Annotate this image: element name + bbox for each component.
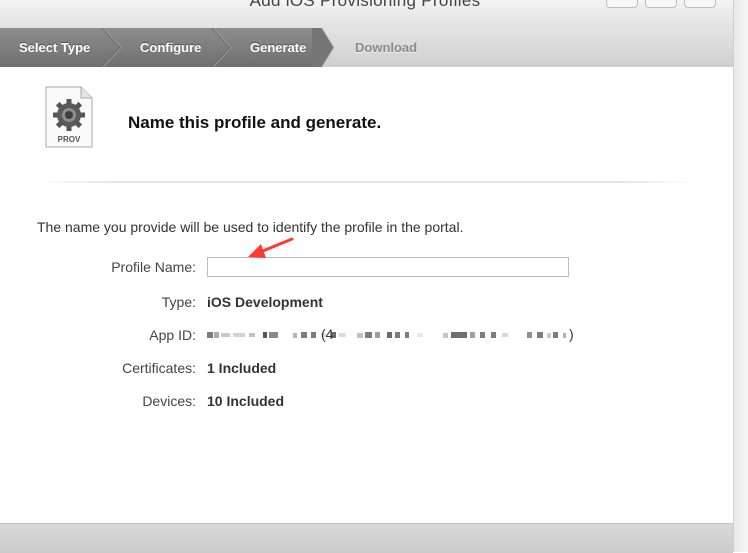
devices-label: Devices:	[142, 393, 196, 409]
footer-bar	[0, 523, 733, 553]
app-id-redacted-value: (4 )	[207, 326, 574, 342]
step-generate: Generate	[250, 40, 307, 55]
page-heading: Name this profile and generate.	[128, 113, 382, 132]
svg-text:(4: (4	[321, 326, 334, 342]
devices-value: 10 Included	[207, 393, 285, 409]
window-titlebar: Add iOS Provisioning Profiles	[0, 0, 748, 29]
step-select-type: Select Type	[19, 40, 91, 55]
certificates-value: 1 Included	[207, 360, 277, 376]
type-value: iOS Development	[207, 294, 323, 310]
intro-text: The name you provide will be used to ide…	[37, 219, 464, 235]
provisioning-profile-icon: PROV	[45, 86, 93, 148]
step-current-chevron-icon	[312, 28, 334, 67]
window-right-edge	[733, 0, 748, 552]
section-divider	[38, 181, 696, 183]
step-download: Download	[355, 40, 418, 55]
app-id-label: App ID:	[149, 327, 196, 343]
step-progress-bar: Select Type Configure Generate Download	[0, 28, 733, 67]
red-arrow-annotation-icon	[248, 237, 294, 258]
certificates-label: Certificates:	[122, 360, 196, 376]
step-separator-chevron-icon	[101, 28, 122, 67]
type-label: Type:	[161, 294, 196, 310]
profile-name-label: Profile Name:	[111, 259, 196, 275]
svg-text:): )	[569, 326, 574, 342]
titlebar-button-1[interactable]	[606, 0, 638, 8]
prov-icon-label: PROV	[58, 135, 81, 144]
titlebar-button-3[interactable]	[684, 0, 716, 8]
step-configure: Configure	[140, 40, 202, 55]
step-separator-chevron-icon	[211, 28, 232, 67]
titlebar-button-2[interactable]	[645, 0, 677, 8]
